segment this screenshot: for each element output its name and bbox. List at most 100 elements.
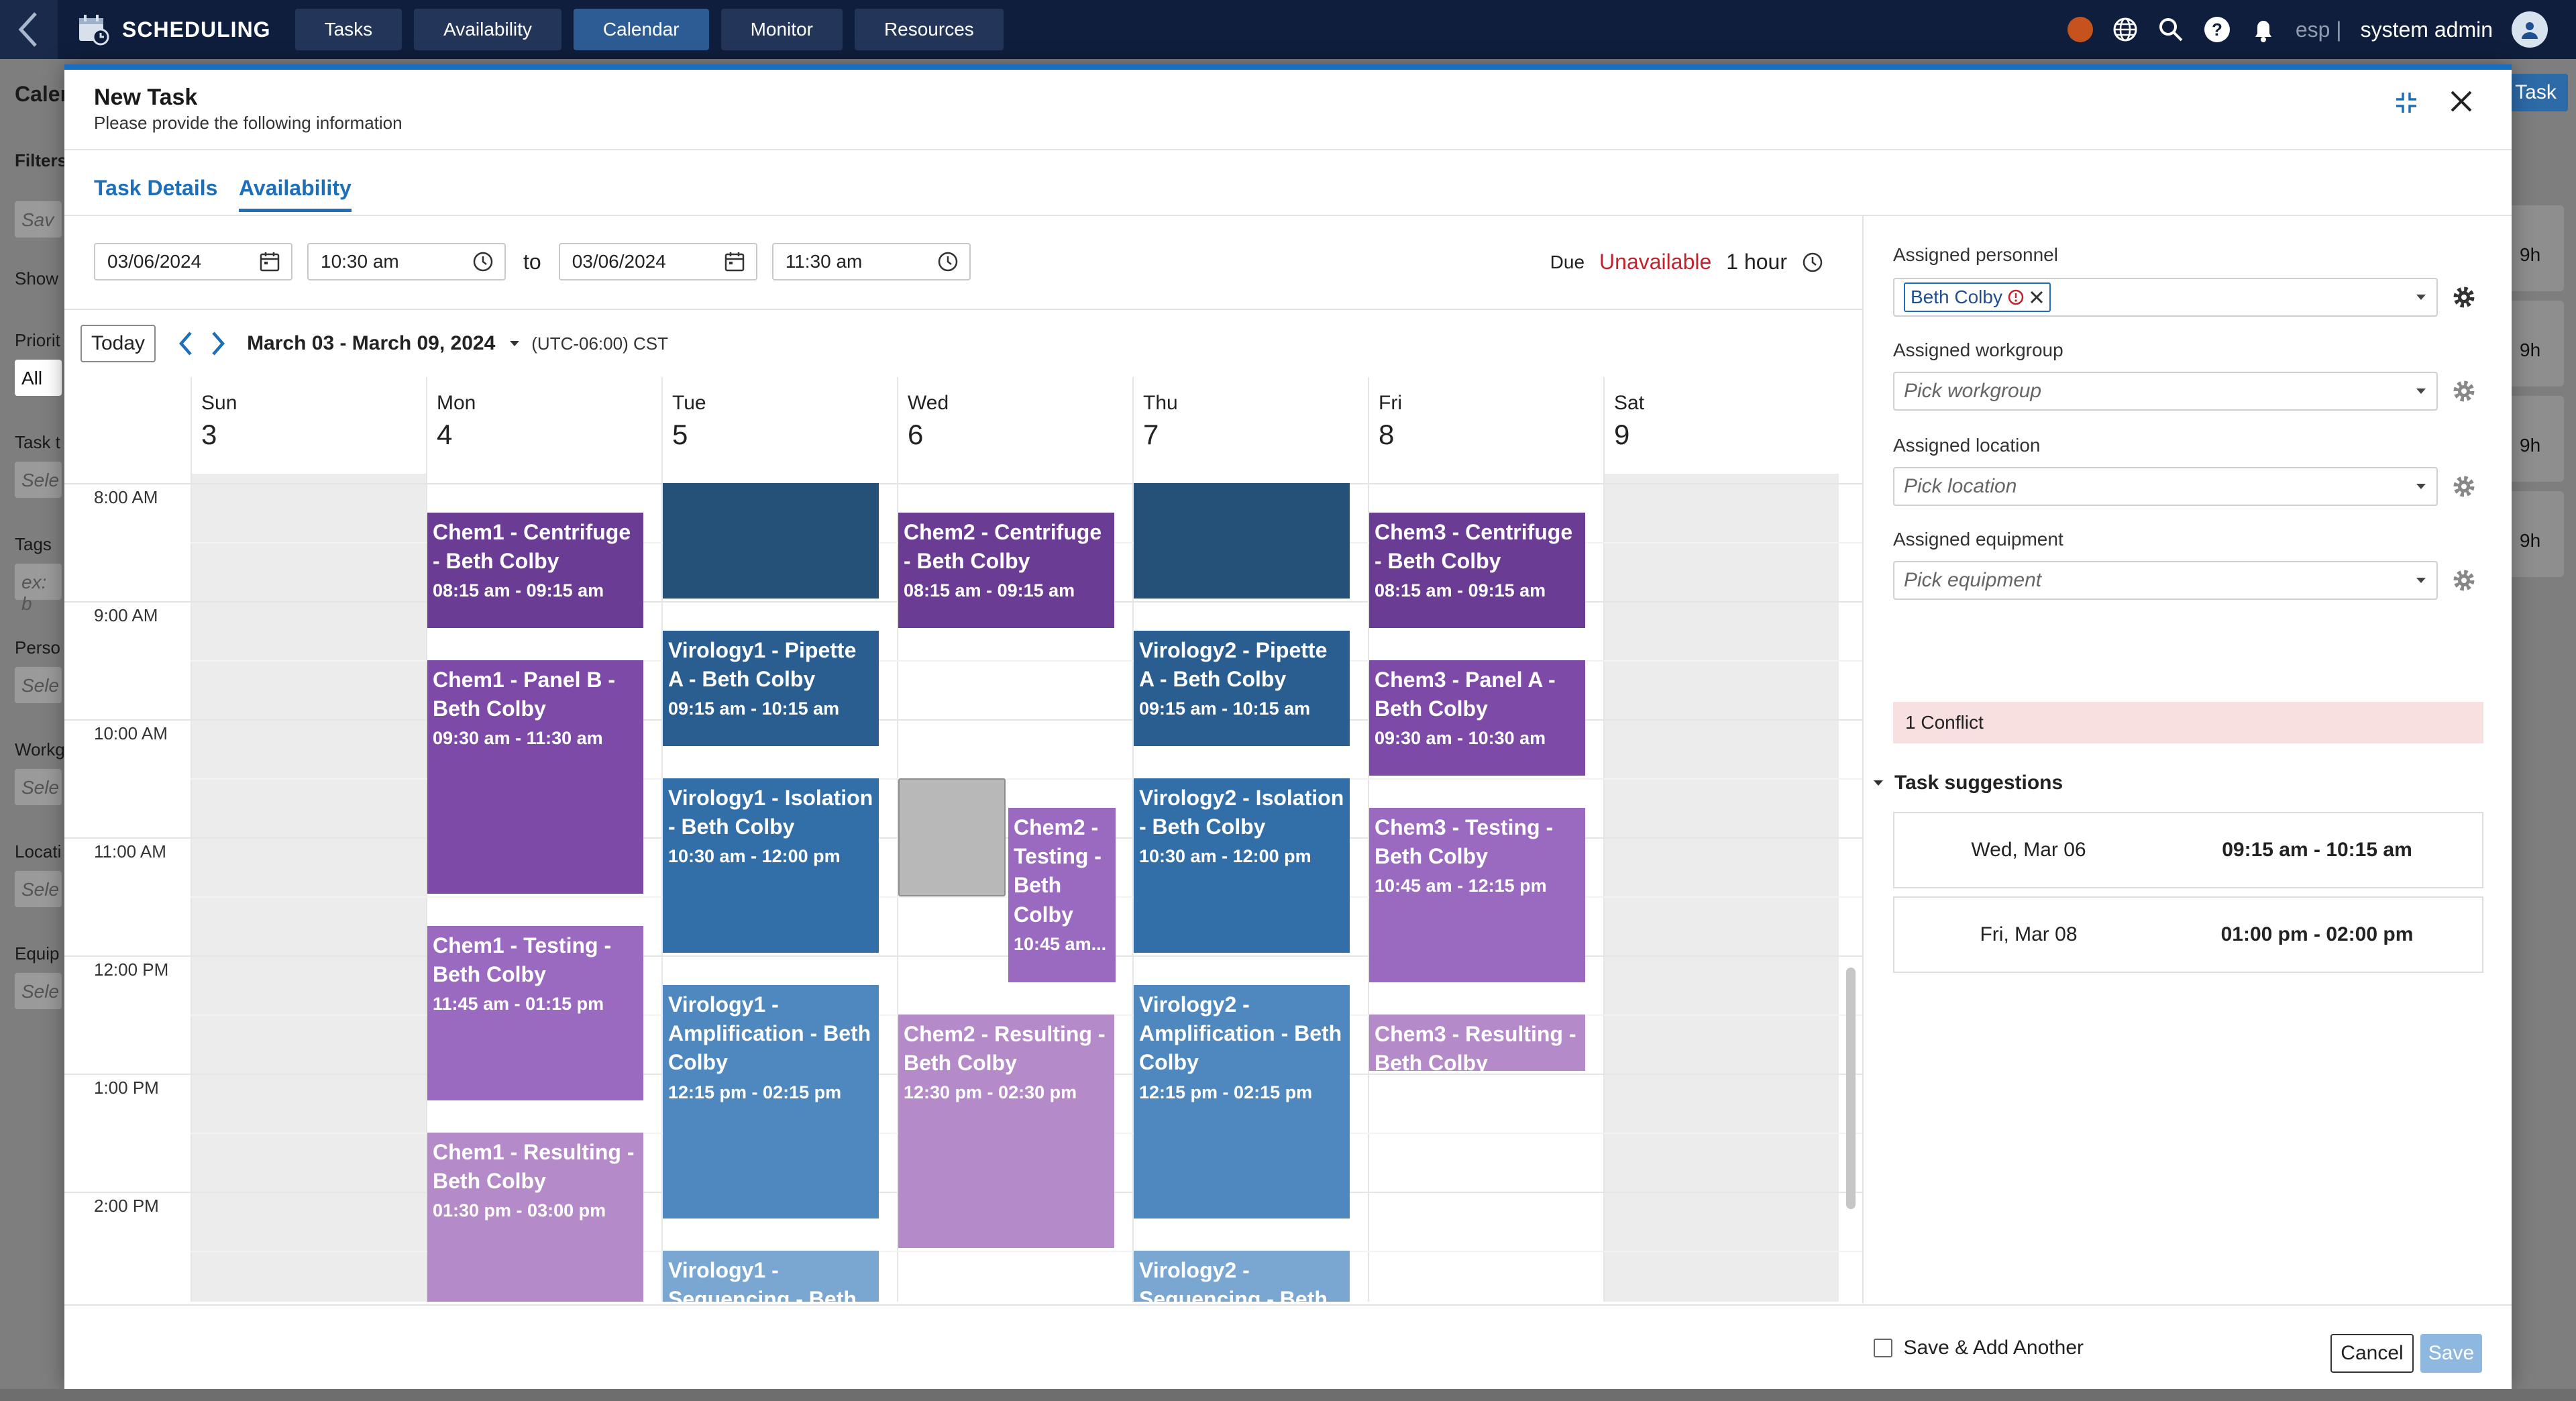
caret-down-icon[interactable] [508, 340, 521, 348]
end-date-input[interactable]: 03/06/2024 [558, 243, 757, 280]
start-time-value: 10:30 am [321, 251, 399, 272]
caret-down-icon[interactable] [2415, 293, 2427, 301]
calendar-event[interactable]: Chem3 - Panel A - Beth Colby 09:30 am - 1… [1369, 660, 1585, 776]
conflict-banner[interactable]: 1 Conflict [1893, 702, 2483, 743]
calendar-event[interactable]: Chem3 - Resulting - Beth Colby [1369, 1015, 1585, 1071]
help-icon[interactable]: ? [2203, 15, 2231, 44]
task-suggestions-header[interactable]: Task suggestions [1873, 772, 2063, 794]
tab-availability[interactable]: Availability [239, 176, 352, 212]
back-button[interactable] [0, 0, 58, 59]
new-task-slot[interactable] [898, 778, 1006, 896]
clock-icon[interactable] [937, 251, 959, 272]
tab-task-details[interactable]: Task Details [94, 176, 217, 201]
remove-chip-icon[interactable] [2029, 290, 2044, 305]
bg-label: Show [15, 268, 59, 289]
calendar-icon[interactable] [259, 251, 280, 272]
calendar-event[interactable]: Chem1 - Centrifuge - Beth Colby 08:15 am … [427, 513, 643, 628]
today-button[interactable]: Today [80, 325, 156, 362]
nav-tab-calendar[interactable]: Calendar [573, 9, 709, 50]
calendar-event[interactable]: Virology1 - Pipette A - Beth Colby 09:15 … [663, 631, 879, 746]
caret-down-icon [1874, 780, 1883, 786]
location-select[interactable]: Pick location [1893, 467, 2438, 506]
calendar-event[interactable]: Chem2 - Centrifuge - Beth Colby 08:15 am … [898, 513, 1114, 628]
day-header[interactable]: Sat 9 [1603, 377, 1839, 474]
nav-tab-tasks[interactable]: Tasks [294, 9, 402, 50]
end-time-input[interactable]: 11:30 am [771, 243, 971, 280]
caret-down-icon[interactable] [2415, 482, 2427, 490]
personnel-select[interactable]: Beth Colby [1893, 278, 2438, 317]
equipment-select[interactable]: Pick equipment [1893, 561, 2438, 600]
caret-down-icon[interactable] [2415, 576, 2427, 584]
save-button[interactable]: Save [2420, 1334, 2482, 1373]
day-name: Tue [672, 392, 706, 414]
collapse-button[interactable] [2395, 91, 2418, 114]
gear-icon[interactable] [2451, 568, 2477, 593]
clock-icon[interactable] [472, 251, 494, 272]
end-date-value: 03/06/2024 [572, 251, 666, 272]
calendar-scrollbar[interactable] [1846, 968, 1856, 1209]
calendar-event[interactable]: Chem2 - Resulting - Beth Colby 12:30 pm -… [898, 1015, 1114, 1248]
calendar-event[interactable]: Virology2 - Isolation - Beth Colby 10:30 … [1134, 778, 1350, 953]
day-header[interactable]: Fri 8 [1368, 377, 1603, 474]
save-add-another-checkbox[interactable] [1874, 1339, 1893, 1357]
app-title: SCHEDULING [122, 17, 271, 42]
bell-icon[interactable] [2250, 15, 2277, 44]
calendar-icon[interactable] [724, 251, 745, 272]
workgroup-select[interactable]: Pick workgroup [1893, 372, 2438, 411]
search-icon[interactable] [2157, 16, 2184, 43]
calendar-event[interactable]: Chem3 - Centrifuge - Beth Colby 08:15 am … [1369, 513, 1585, 628]
chevron-right-icon[interactable] [208, 329, 228, 358]
calendar-event[interactable]: Virology1 - Isolation - Beth Colby 10:30 … [663, 778, 879, 953]
nav-tab-availability[interactable]: Availability [414, 9, 561, 50]
hour-gridline [64, 719, 1862, 721]
bg-label: Priorit [15, 330, 60, 350]
bg-field: ex: b [15, 564, 62, 614]
calendar-event[interactable]: Chem1 - Resulting - Beth Colby 01:30 pm -… [427, 1133, 643, 1302]
chevron-left-icon[interactable] [176, 329, 196, 358]
status-dot-icon[interactable] [2067, 17, 2093, 42]
globe-icon[interactable] [2112, 16, 2139, 43]
calendar-event[interactable]: Virology2 - Amplification - Beth Colby 12… [1134, 985, 1350, 1218]
nav-tab-monitor[interactable]: Monitor [720, 9, 843, 50]
calendar-event[interactable]: Chem1 - Testing - Beth Colby 11:45 am - 0… [427, 926, 643, 1100]
gear-icon[interactable] [2451, 378, 2477, 404]
day-body[interactable] [191, 474, 426, 1302]
day-header[interactable]: Wed 6 [897, 377, 1132, 474]
day-header[interactable]: Sun 3 [191, 377, 426, 474]
day-header[interactable]: Tue 5 [661, 377, 897, 474]
suggestion-date: Fri, Mar 08 [1980, 923, 2078, 945]
suggestion-item[interactable]: Fri, Mar 08 01:00 pm - 02:00 pm [1893, 896, 2483, 973]
calendar-event[interactable]: Virology1 - Amplification - Beth Colby 12… [663, 985, 879, 1218]
warning-icon [2008, 289, 2024, 305]
date-range[interactable]: March 03 - March 09, 2024 [247, 332, 495, 355]
day-header[interactable]: Mon 4 [426, 377, 661, 474]
language-switch[interactable]: esp | [2296, 17, 2342, 42]
calendar-event[interactable]: Virology2 - Sequencing - Beth Colby [1134, 1251, 1350, 1302]
user-name[interactable]: system admin [2361, 17, 2493, 42]
start-time-input[interactable]: 10:30 am [307, 243, 506, 280]
gear-icon[interactable] [2451, 284, 2477, 310]
calendar-event[interactable]: Chem1 - Panel B - Beth Colby 09:30 am - 1… [427, 660, 643, 894]
close-button[interactable] [2449, 89, 2474, 114]
gear-icon[interactable] [2451, 474, 2477, 499]
cancel-button[interactable]: Cancel [2330, 1334, 2414, 1373]
suggestion-item[interactable]: Wed, Mar 06 09:15 am - 10:15 am [1893, 812, 2483, 888]
event-time: 10:45 am... [1014, 933, 1107, 954]
save-add-another[interactable]: Save & Add Another [1874, 1337, 2084, 1359]
clock-icon[interactable] [1802, 252, 1823, 273]
modal-footer: Save & Add Another Cancel Save [64, 1306, 2512, 1389]
start-date-input[interactable]: 03/06/2024 [94, 243, 292, 280]
day-header[interactable]: Thu 7 [1132, 377, 1368, 474]
calendar-event[interactable] [663, 483, 879, 599]
calendar-event[interactable]: Virology2 - Pipette A - Beth Colby 09:15 … [1134, 631, 1350, 746]
calendar-event[interactable] [1134, 483, 1350, 599]
calendar-event[interactable]: Chem2 - Testing - Beth Colby 10:45 am... [1008, 808, 1116, 982]
day-name: Sun [201, 392, 237, 414]
calendar-event[interactable]: Virology1 - Sequencing - Beth Colby [663, 1251, 879, 1302]
personnel-chip[interactable]: Beth Colby [1904, 282, 2051, 312]
calendar-event[interactable]: Chem3 - Testing - Beth Colby 10:45 am - 1… [1369, 808, 1585, 982]
day-body[interactable] [1603, 474, 1839, 1302]
nav-tab-resources[interactable]: Resources [854, 9, 1004, 50]
caret-down-icon[interactable] [2415, 387, 2427, 395]
avatar[interactable] [2512, 11, 2548, 48]
